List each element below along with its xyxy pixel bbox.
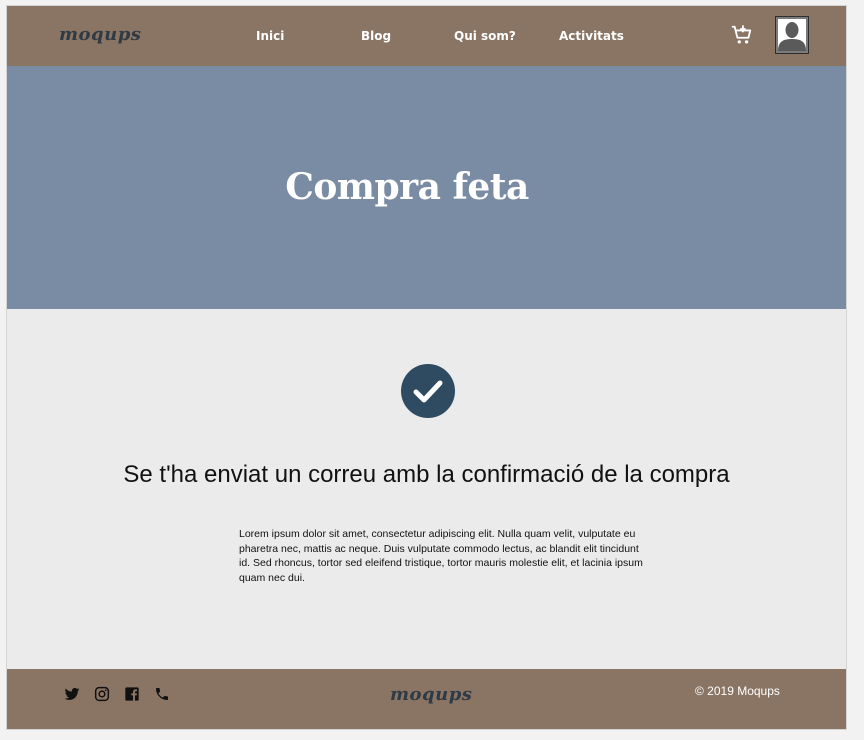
user-avatar[interactable] (775, 16, 809, 54)
facebook-icon[interactable] (124, 686, 140, 702)
twitter-icon[interactable] (64, 686, 80, 702)
cart-icon[interactable] (731, 24, 753, 46)
copyright-text: © 2019 Moqups (695, 684, 780, 698)
hero-banner: Compra feta (7, 66, 846, 309)
checkmark-icon (401, 364, 455, 418)
footer-logo[interactable]: moqups (390, 684, 472, 705)
confirmation-message: Se t'ha enviat un correu amb la confirma… (123, 461, 730, 488)
nav-item-activitats[interactable]: Activitats (559, 29, 624, 43)
hero-title: Compra feta (285, 166, 529, 208)
page-frame: moqups Inici Blog Qui som? Activitats Co… (6, 5, 847, 730)
header: moqups Inici Blog Qui som? Activitats (7, 6, 846, 66)
user-silhouette-icon (778, 19, 806, 51)
header-logo[interactable]: moqups (59, 24, 141, 45)
nav-item-blog[interactable]: Blog (361, 29, 391, 43)
instagram-icon[interactable] (94, 686, 110, 702)
body-text: Lorem ipsum dolor sit amet, consectetur … (239, 528, 643, 584)
nav-item-inici[interactable]: Inici (256, 29, 284, 43)
phone-icon[interactable] (154, 686, 170, 702)
confirmation-section: Se t'ha enviat un correu amb la confirma… (7, 309, 846, 669)
footer: moqups © 2019 Moqups (7, 669, 846, 729)
nav-item-qui-som[interactable]: Qui som? (454, 29, 516, 43)
